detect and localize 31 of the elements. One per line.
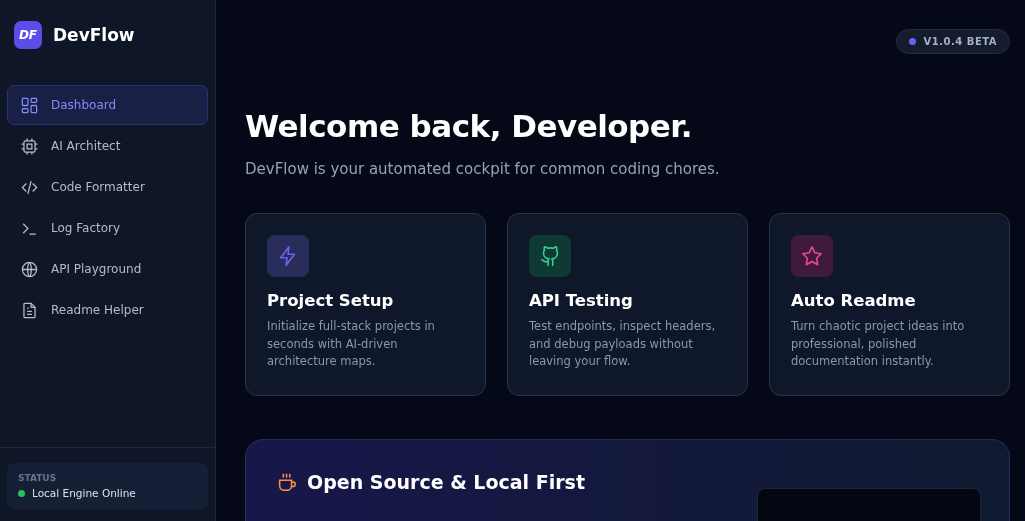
page-heading: Welcome back, Developer. <box>245 108 693 144</box>
sidebar-item[interactable]: Log Factory <box>7 208 208 248</box>
logo-badge: DF <box>14 21 42 49</box>
status-dot <box>18 489 25 497</box>
grid-icon <box>20 95 39 115</box>
sidebar-item[interactable]: Readme Helper <box>7 290 208 330</box>
feature-card[interactable]: API Testing Test endpoints, inspect headers, and debug payloads without leaving your flow. <box>507 213 748 396</box>
card-title: API Testing <box>529 291 634 310</box>
sidebar-item[interactable]: API Playground <box>7 249 208 289</box>
status-text: Local Engine Online <box>32 487 136 499</box>
document-icon <box>20 300 39 320</box>
globe-icon <box>20 259 39 279</box>
card-description: Turn chaotic project ideas into professional, polished documentation instantly. <box>791 318 966 370</box>
version-badge: V1.0.4 BETA <box>895 29 1010 54</box>
sidebar-item[interactable]: AI Architect <box>7 126 208 166</box>
card-description: Initialize full-stack projects in seconds with AI-driven architecture maps. <box>267 318 436 370</box>
feature-card[interactable]: Project Setup Initialize full-stack projects in seconds with AI-driven architecture maps. <box>245 213 486 396</box>
sidebar-item[interactable]: Dashboard <box>7 85 208 125</box>
chip-icon <box>20 136 39 156</box>
sidebar-item[interactable]: Code Formatter <box>7 167 208 207</box>
card-description: Test endpoints, inspect headers, and debug payloads without leaving your flow. <box>529 318 717 370</box>
lightning-icon <box>267 235 309 277</box>
feature-card[interactable]: Auto Readme Turn chaotic project ideas into professional, polished documentation instantly. <box>769 213 1010 396</box>
card-title: Project Setup <box>267 291 395 310</box>
app-name: DevFlow <box>53 25 135 45</box>
page-subtitle: DevFlow is your automated cockpit for common coding chores. <box>245 160 721 178</box>
status-heading: STATUS <box>18 473 58 483</box>
coffee-cup-icon <box>276 471 298 493</box>
card-title: Auto Readme <box>791 291 917 310</box>
cat-icon <box>529 235 571 277</box>
banner-title: Open Source & Local First <box>307 471 585 493</box>
